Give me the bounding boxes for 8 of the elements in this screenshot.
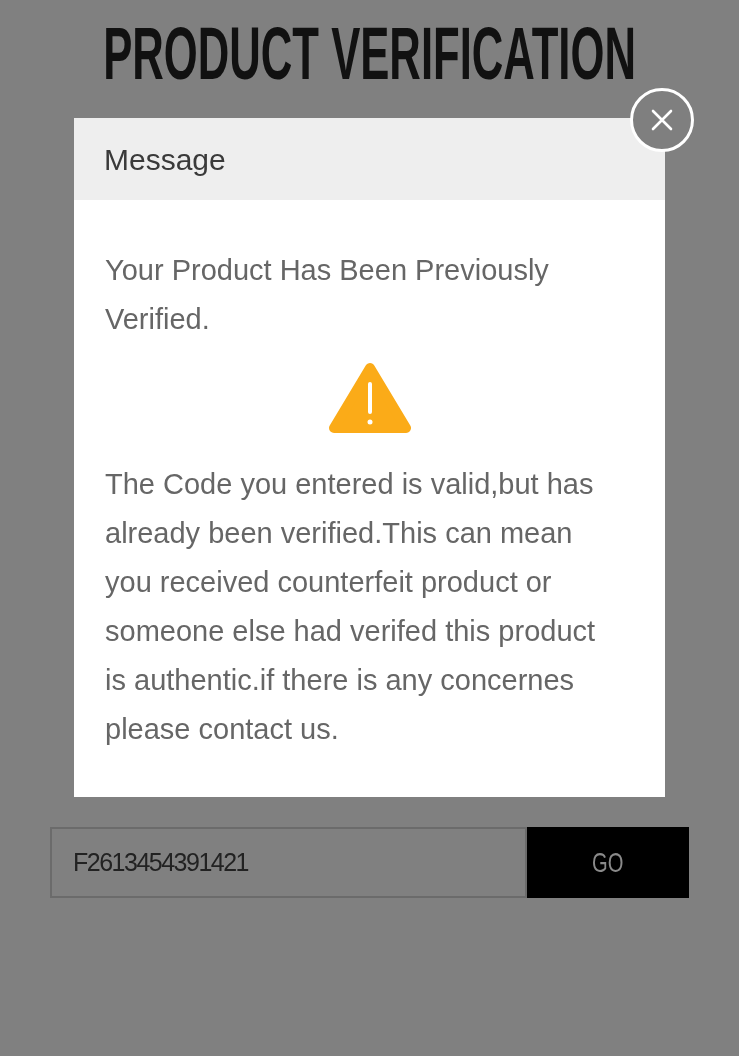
dialog-title: Message xyxy=(104,141,226,178)
go-button[interactable]: GO xyxy=(527,827,689,898)
warning-icon xyxy=(328,362,411,434)
code-field[interactable]: F2613454391421 xyxy=(50,827,527,898)
close-icon xyxy=(651,109,673,131)
message-text: The Code you entered is valid,but has already been verified.This can mean you received counterfeit product or someone else had verifed this product is authentic.if there is any concernes please contact us. xyxy=(105,467,597,747)
page-title: PRODUCT VERIFICATION xyxy=(103,17,636,91)
status-heading: Your Product Has Been Previously Verified. xyxy=(105,253,550,337)
